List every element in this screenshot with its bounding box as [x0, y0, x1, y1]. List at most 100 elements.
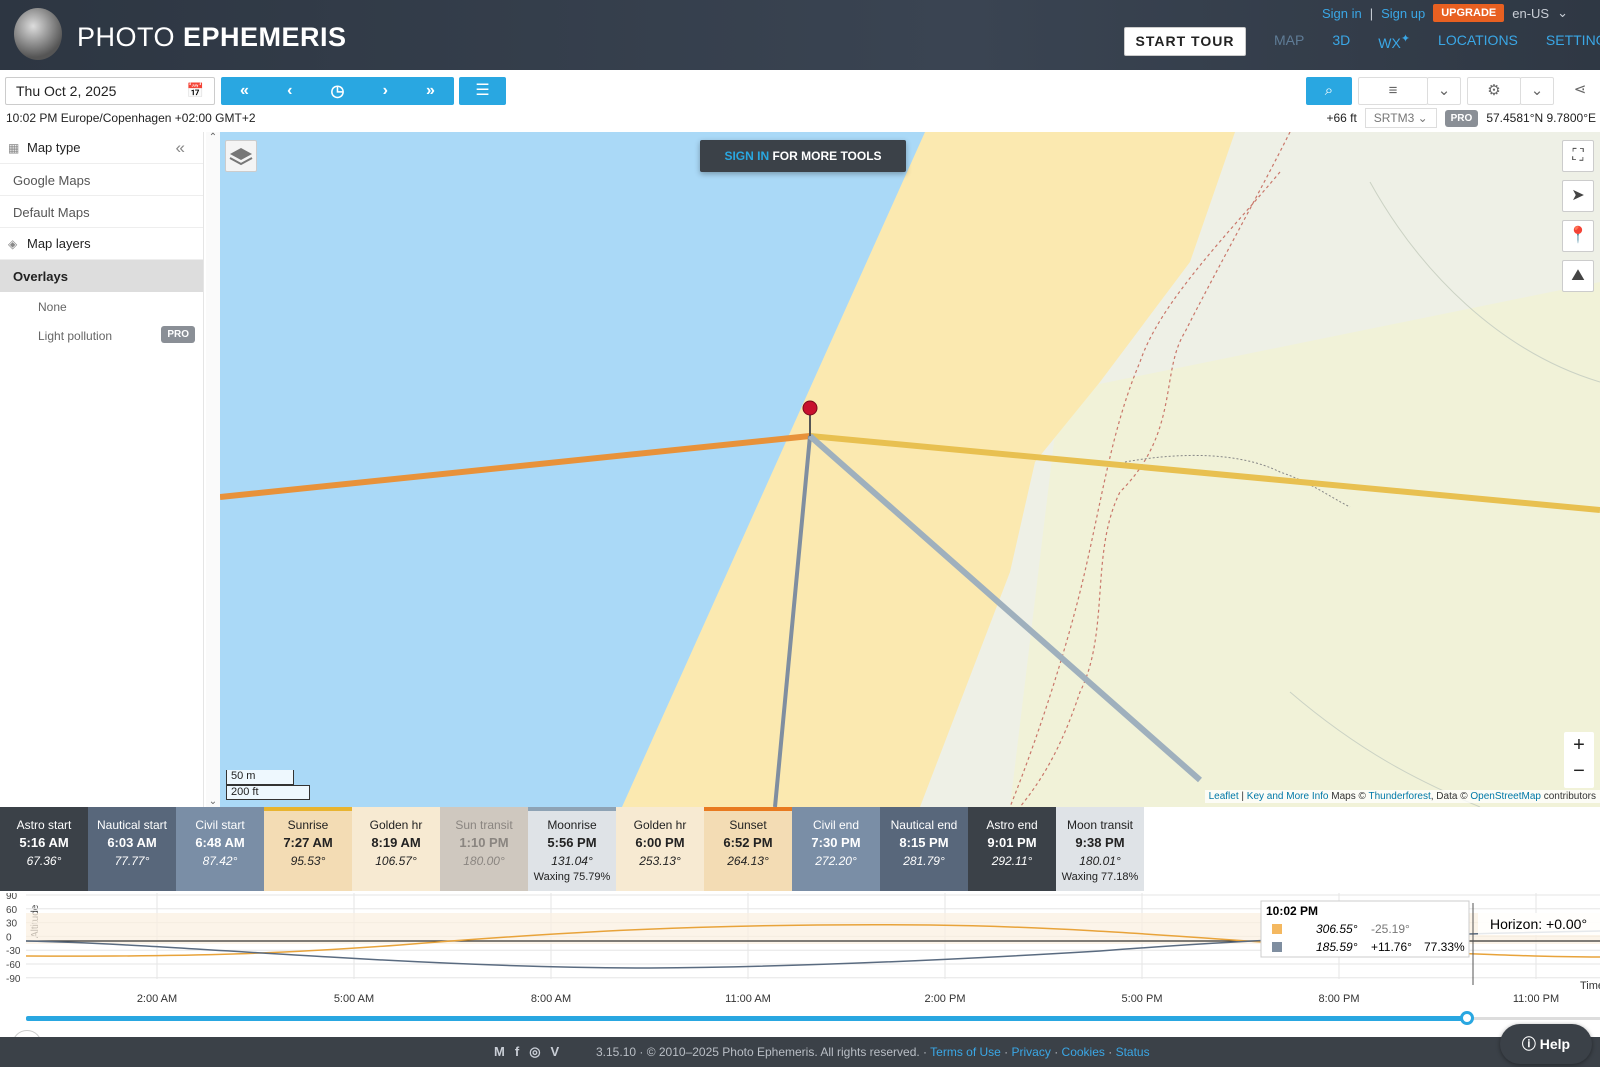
sign-up-link[interactable]: Sign up [1381, 6, 1425, 21]
event-title: Civil end [812, 818, 860, 832]
time-slider[interactable] [26, 1011, 1600, 1025]
nav-settings[interactable]: SETTINGS [1546, 32, 1600, 51]
layers-menu-icon[interactable]: ≡ [1358, 77, 1428, 105]
dem-value: SRTM3 [1373, 111, 1415, 125]
event-tile[interactable]: Golden hr 8:19 AM 106.57° [352, 807, 440, 891]
fullscreen-icon[interactable]: ⛶ [1562, 140, 1594, 172]
tooltip-moon-illumination: 77.33% [1424, 940, 1465, 954]
sidebar-item-overlays[interactable]: Overlays [0, 260, 203, 292]
map-attribution: Leaflet | Key and More Info Maps © Thund… [1204, 790, 1600, 803]
slider-handle[interactable] [1460, 1011, 1475, 1025]
mastodon-icon[interactable]: M [494, 1044, 505, 1060]
chevron-down-icon[interactable]: ⌄ [1557, 5, 1568, 21]
sidebar-item-google-maps[interactable]: Google Maps [0, 164, 203, 196]
nav-locations[interactable]: LOCATIONS [1438, 32, 1518, 51]
attribution-text: , Data © [1430, 791, 1471, 802]
event-tile[interactable]: Golden hr 6:00 PM 253.13° [616, 807, 704, 891]
sidebar-scrollbar[interactable]: ⌃ ⌄ [206, 132, 220, 807]
search-icon[interactable]: ⌕ [1306, 77, 1352, 105]
share-icon[interactable]: ⋖ [1560, 77, 1600, 105]
help-circle-icon: ⓘ [1521, 1036, 1536, 1052]
sidebar-item-none[interactable]: None [0, 292, 203, 321]
time-navigation: « ‹ ◷ › » [221, 77, 454, 105]
step-back-icon[interactable]: ‹ [287, 82, 292, 100]
nav-map[interactable]: MAP [1274, 32, 1304, 51]
event-tile[interactable]: Moon transit 9:38 PM 180.01° Waxing 77.18% [1056, 807, 1144, 891]
horizon-label: Horizon: +0.00° [1490, 916, 1587, 932]
dem-select[interactable]: SRTM3 ⌄ [1364, 108, 1437, 128]
event-tile[interactable]: Sun transit 1:10 PM 180.00° [440, 807, 528, 891]
y-tick-label: 0 [6, 932, 12, 943]
calendar-icon[interactable]: 📅 [187, 82, 204, 99]
help-button[interactable]: ⓘ Help [1500, 1024, 1592, 1064]
scroll-down-icon[interactable]: ⌄ [206, 796, 220, 807]
elevation-pin-icon[interactable]: ⛰ [1562, 260, 1594, 292]
jump-back-icon[interactable]: « [240, 82, 249, 100]
event-phase: Waxing 75.79% [533, 871, 611, 883]
event-tile[interactable]: Nautical start 6:03 AM 77.77° [88, 807, 176, 891]
event-azimuth: 106.57° [375, 854, 417, 868]
date-input[interactable]: Thu Oct 2, 2025 📅 [5, 77, 215, 105]
zoom-out-button[interactable]: − [1564, 758, 1594, 784]
event-tile[interactable]: Astro start 5:16 AM 67.36° [0, 807, 88, 891]
red-pin-icon[interactable]: 📍 [1562, 220, 1594, 252]
scroll-up-icon[interactable]: ⌃ [206, 132, 220, 143]
event-tile[interactable]: Sunset 6:52 PM 264.13° [704, 807, 792, 891]
key-info-link[interactable]: Key and More Info [1247, 791, 1329, 802]
gear-icon[interactable]: ⚙ [1467, 77, 1521, 105]
chevron-down-icon[interactable]: ⌄ [1427, 77, 1461, 105]
language-select[interactable]: en-US [1512, 6, 1549, 21]
event-tile[interactable]: Civil start 6:48 AM 87.42° [176, 807, 264, 891]
photographer-logo-icon[interactable] [14, 8, 62, 60]
zoom-in-button[interactable]: + [1564, 732, 1594, 758]
main-nav: MAP 3D WX✦ LOCATIONS SETTINGS [1274, 32, 1600, 51]
locate-arrow-icon[interactable]: ➤ [1562, 180, 1594, 212]
osm-link[interactable]: OpenStreetMap [1470, 791, 1541, 802]
event-tile[interactable]: Civil end 7:30 PM 272.20° [792, 807, 880, 891]
start-tour-button[interactable]: START TOUR [1124, 27, 1246, 56]
instagram-icon[interactable]: ◎ [529, 1044, 540, 1060]
moon-swatch [1272, 942, 1282, 952]
map-layers-header[interactable]: ◈ Map layers [0, 228, 203, 260]
sidebar-item-default-maps[interactable]: Default Maps [0, 196, 203, 228]
y-tick-label: -60 [6, 960, 21, 971]
facebook-icon[interactable]: f [515, 1044, 519, 1060]
map-view[interactable]: SIGN IN FOR MORE TOOLS ⛶ ➤ 📍 ⛰ + − 50 m 20… [220, 132, 1600, 807]
leaflet-link[interactable]: Leaflet [1209, 791, 1239, 802]
event-azimuth: 253.13° [639, 854, 681, 868]
status-link[interactable]: Status [1116, 1045, 1150, 1059]
step-forward-icon[interactable]: › [383, 82, 388, 100]
elevation-row: +66 ft SRTM3 ⌄ PRO 57.4581°N 9.7800°E [1326, 108, 1596, 128]
sidebar-item-light-pollution[interactable]: Light pollution PRO [0, 321, 203, 350]
sign-in-link[interactable]: Sign in [1322, 6, 1362, 21]
terms-link[interactable]: Terms of Use [930, 1045, 1001, 1059]
event-title: Nautical start [96, 818, 168, 832]
event-tile[interactable]: Moonrise 5:56 PM 131.04° Waxing 75.79% [528, 807, 616, 891]
tooltip-moon-altitude: +11.76° [1371, 940, 1412, 954]
sign-in-for-more-tools-button[interactable]: SIGN IN FOR MORE TOOLS [700, 140, 906, 172]
privacy-link[interactable]: Privacy [1012, 1045, 1051, 1059]
event-azimuth: 272.20° [815, 854, 857, 868]
list-icon[interactable]: ☰ [459, 77, 506, 105]
collapse-icon[interactable]: « [176, 138, 185, 158]
app-title[interactable]: PHOTO EPHEMERIS [77, 22, 347, 53]
y-tick-label: -90 [6, 974, 21, 985]
chevron-down-icon[interactable]: ⌄ [1520, 77, 1554, 105]
event-tile[interactable]: Astro end 9:01 PM 292.11° [968, 807, 1056, 891]
tooltip-time: 10:02 PM [1266, 904, 1318, 918]
separator: | [1369, 5, 1374, 21]
location-pin-icon[interactable] [802, 400, 818, 416]
layers-icon[interactable] [225, 140, 257, 172]
elevation-value: +66 ft [1326, 111, 1357, 125]
clock-icon[interactable]: ◷ [331, 81, 345, 101]
cookies-link[interactable]: Cookies [1062, 1045, 1105, 1059]
event-tile[interactable]: Sunrise 7:27 AM 95.53° [264, 807, 352, 891]
vimeo-icon[interactable]: V [551, 1044, 560, 1060]
event-azimuth: 180.01° [1079, 854, 1121, 868]
nav-wx[interactable]: WX✦ [1378, 32, 1410, 51]
nav-3d[interactable]: 3D [1332, 32, 1350, 51]
event-tile[interactable]: Nautical end 8:15 PM 281.79° [880, 807, 968, 891]
upgrade-button[interactable]: UPGRADE [1433, 4, 1505, 22]
thunderforest-link[interactable]: Thunderforest [1368, 791, 1430, 802]
jump-forward-icon[interactable]: » [426, 82, 435, 100]
